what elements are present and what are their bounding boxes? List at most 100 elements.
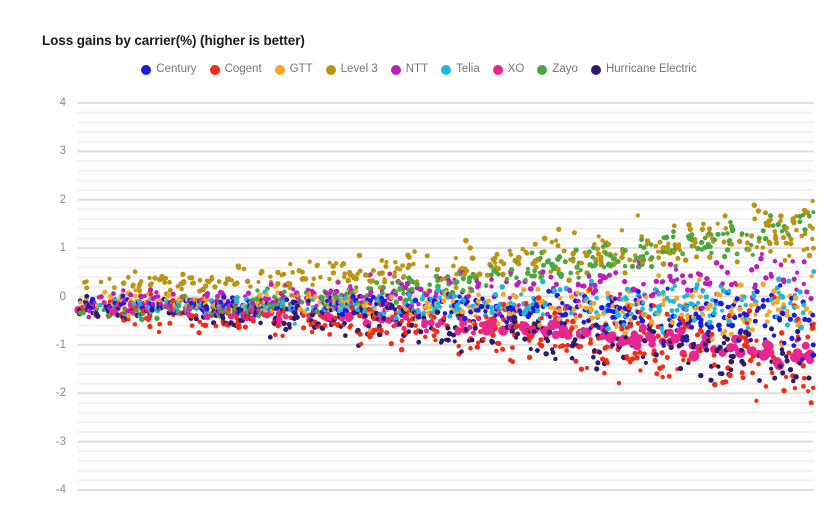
scatter-point — [149, 281, 154, 286]
scatter-point — [750, 252, 755, 257]
scatter-point — [719, 264, 724, 270]
scatter-point — [493, 313, 498, 318]
scatter-point — [551, 288, 558, 294]
scatter-point — [590, 315, 596, 321]
scatter-point — [756, 306, 761, 311]
legend-item-gtt[interactable]: GTT — [274, 63, 313, 76]
scatter-point — [625, 312, 630, 318]
scatter-point — [292, 321, 297, 326]
scatter-point — [445, 325, 451, 331]
scatter-point — [453, 279, 460, 285]
scatter-point — [778, 213, 784, 219]
scatter-point — [393, 292, 398, 297]
scatter-point — [540, 312, 545, 317]
legend-item-xo[interactable]: XO — [492, 63, 524, 76]
scatter-point — [666, 373, 672, 379]
scatter-point — [170, 297, 176, 304]
scatter-point — [723, 226, 729, 231]
scatter-point — [500, 346, 506, 352]
scatter-point — [499, 284, 506, 290]
scatter-point — [665, 245, 671, 251]
legend-item-label: Telia — [456, 63, 480, 75]
scatter-point — [810, 352, 817, 358]
legend-swatch-icon — [537, 64, 548, 75]
scatter-point — [623, 335, 628, 340]
scatter-point — [749, 327, 755, 333]
scatter-point — [592, 282, 598, 288]
scatter-point — [769, 274, 774, 279]
scatter-point — [769, 370, 775, 376]
scatter-point — [596, 234, 601, 239]
legend-item-hurricane-electric[interactable]: Hurricane Electric — [590, 63, 697, 76]
scatter-point — [666, 241, 671, 246]
scatter-point — [423, 328, 430, 334]
scatter-point — [741, 294, 747, 300]
scatter-point — [469, 288, 475, 293]
scatter-point — [595, 246, 600, 252]
scatter-point — [301, 325, 307, 331]
scatter-point — [699, 329, 704, 335]
scatter-point — [758, 256, 764, 262]
scatter-point — [495, 340, 502, 347]
scatter-point — [513, 294, 519, 300]
scatter-point — [556, 316, 561, 322]
scatter-point — [397, 267, 403, 272]
scatter-point — [423, 304, 429, 310]
scatter-point — [677, 365, 684, 372]
scatter-point — [592, 242, 597, 247]
legend-swatch-icon — [441, 64, 452, 75]
scatter-point — [783, 374, 789, 380]
scatter-point — [236, 324, 242, 331]
scatter-point — [709, 250, 714, 256]
scatter-point — [791, 312, 797, 318]
scatter-point — [796, 336, 801, 342]
scatter-point — [791, 343, 797, 348]
legend-item-cogent[interactable]: Cogent — [209, 63, 262, 76]
scatter-point — [256, 279, 261, 285]
legend-item-zayo[interactable]: Zayo — [537, 63, 578, 76]
scatter-point — [557, 296, 563, 301]
scatter-point — [648, 319, 655, 325]
scatter-point — [754, 338, 759, 343]
scatter-point — [711, 310, 717, 316]
legend-item-level-3[interactable]: Level 3 — [325, 63, 378, 76]
scatter-point — [531, 273, 537, 279]
scatter-point — [573, 324, 579, 329]
scatter-point — [496, 271, 501, 277]
scatter-point — [754, 289, 760, 295]
scatter-point — [476, 281, 482, 286]
scatter-point — [614, 320, 619, 325]
scatter-point — [322, 323, 328, 328]
scatter-point — [102, 289, 108, 295]
scatter-point — [434, 329, 440, 335]
scatter-point — [353, 276, 360, 282]
legend-item-ntt[interactable]: NTT — [390, 63, 428, 76]
legend-item-century[interactable]: Century — [141, 63, 197, 76]
scatter-point — [167, 320, 173, 326]
scatter-point — [586, 249, 592, 255]
scatter-point — [632, 341, 642, 351]
scatter-point — [661, 343, 666, 348]
scatter-point — [483, 283, 489, 288]
scatter-point — [299, 300, 305, 305]
scatter-point — [288, 261, 293, 267]
scatter-point — [416, 339, 422, 345]
scatter-point — [553, 356, 558, 362]
scatter-point — [248, 284, 253, 289]
scatter-point — [157, 321, 163, 327]
scatter-point — [495, 321, 501, 327]
scatter-point — [687, 226, 693, 232]
scatter-point — [401, 291, 406, 296]
scatter-point — [374, 280, 380, 286]
scatter-point — [510, 345, 515, 350]
scatter-point — [280, 333, 285, 338]
scatter-point — [763, 275, 769, 281]
scatter-point — [494, 348, 499, 354]
scatter-point — [764, 319, 770, 325]
legend-item-telia[interactable]: Telia — [441, 63, 480, 76]
scatter-point — [598, 259, 604, 265]
scatter-point — [668, 344, 674, 350]
scatter-point — [772, 229, 778, 234]
scatter-point — [797, 219, 803, 225]
scatter-point — [720, 281, 725, 286]
